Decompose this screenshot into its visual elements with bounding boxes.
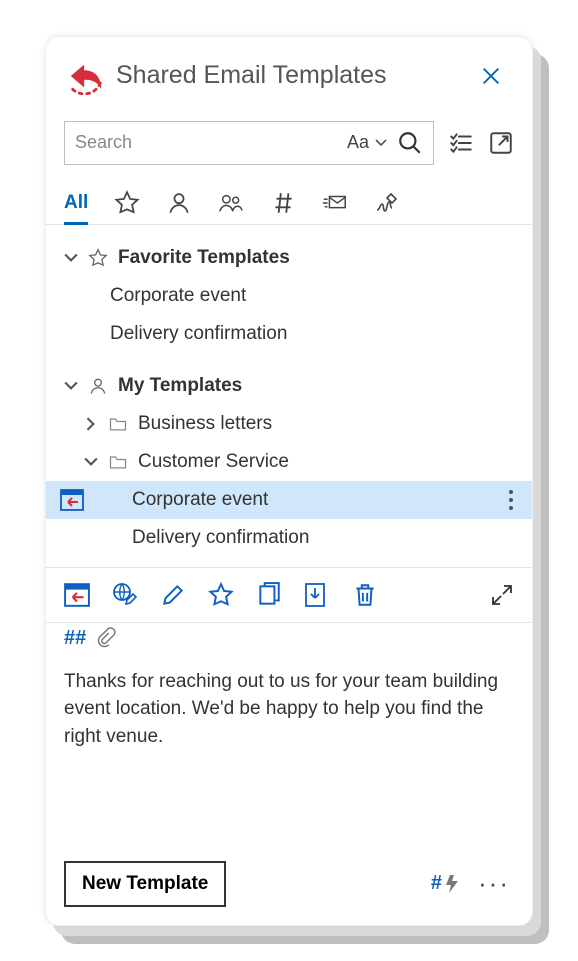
attachment-icon[interactable] [96,627,116,649]
header: Shared Email Templates [46,37,532,103]
chevron-down-icon [84,455,98,469]
folder-label: Business letters [138,413,272,435]
folder-icon [108,452,128,472]
search-input[interactable] [75,132,337,153]
signature-icon [374,190,400,216]
filter-tabs: All [46,169,532,225]
template-item[interactable]: Delivery confirmation [46,315,532,353]
star-icon [114,190,140,216]
import-button[interactable] [304,582,330,608]
filter-tab-mail[interactable] [322,183,348,224]
template-item[interactable]: Delivery confirmation [46,519,532,557]
case-toggle[interactable]: Aa [347,132,387,153]
delete-button[interactable] [352,582,378,608]
open-external-icon[interactable] [488,130,514,156]
ai-shortcut-label: # [431,872,442,895]
folder-item[interactable]: Customer Service [46,443,532,481]
chevron-down-icon [375,137,387,149]
template-item-label: Delivery confirmation [110,323,287,345]
more-vertical-icon[interactable] [508,489,514,511]
chevron-down-icon [64,379,78,393]
preview-text: Thanks for reaching out to us for your t… [64,671,498,747]
template-item-label: Delivery confirmation [132,527,309,549]
template-item-label: Corporate event [110,285,246,307]
favorite-button[interactable] [208,582,234,608]
template-item-label: Corporate event [132,489,268,511]
search-row: Aa [46,103,532,169]
ai-shortcut-button[interactable]: # [431,872,460,895]
template-preview: Thanks for reaching out to us for your t… [46,660,532,769]
checklist-icon[interactable] [448,130,474,156]
insert-button[interactable] [64,582,90,608]
expand-button[interactable] [490,583,514,607]
folder-icon [108,414,128,434]
mail-quick-icon [322,190,348,216]
person-outline-icon [88,376,108,396]
filter-tab-favorites[interactable] [114,183,140,224]
template-tree: Favorite Templates Corporate event Deliv… [46,225,532,567]
close-button[interactable] [474,61,508,91]
section-favorites[interactable]: Favorite Templates [46,239,532,277]
filter-tab-my[interactable] [166,183,192,224]
copy-button[interactable] [256,582,282,608]
filter-tab-team[interactable] [218,183,244,224]
section-label: My Templates [118,375,242,397]
section-my-templates[interactable]: My Templates [46,367,532,405]
person-icon [166,190,192,216]
filter-tab-all-label: All [64,192,88,214]
case-toggle-label: Aa [347,132,369,153]
filter-tab-all[interactable]: All [64,183,88,224]
edit-button[interactable] [160,582,186,608]
more-menu-button[interactable]: ··· [474,868,514,899]
folder-item[interactable]: Business letters [46,405,532,443]
people-icon [218,190,244,216]
panel: Shared Email Templates Aa A [45,36,533,926]
folder-label: Customer Service [138,451,289,473]
search-icon[interactable] [397,130,423,156]
filter-tab-sign[interactable] [374,183,400,224]
new-template-label: New Template [82,873,208,894]
hash-icon [270,190,296,216]
web-edit-button[interactable] [112,582,138,608]
chevron-down-icon [64,251,78,265]
template-item-selected[interactable]: Corporate event [46,481,532,519]
star-outline-icon [88,248,108,268]
search-box[interactable]: Aa [64,121,434,165]
app-logo-icon [66,57,106,95]
section-label: Favorite Templates [118,247,290,269]
filter-tab-shortcuts[interactable] [270,183,296,224]
footer: New Template # ··· [46,855,532,925]
new-template-button[interactable]: New Template [64,861,226,907]
shortcut-indicator[interactable]: ## [64,627,86,650]
insert-template-icon[interactable] [60,489,84,511]
app-title: Shared Email Templates [116,61,474,90]
chevron-right-icon [84,417,98,431]
action-toolbar [46,568,532,622]
template-item[interactable]: Corporate event [46,277,532,315]
template-meta: ## [46,623,532,660]
